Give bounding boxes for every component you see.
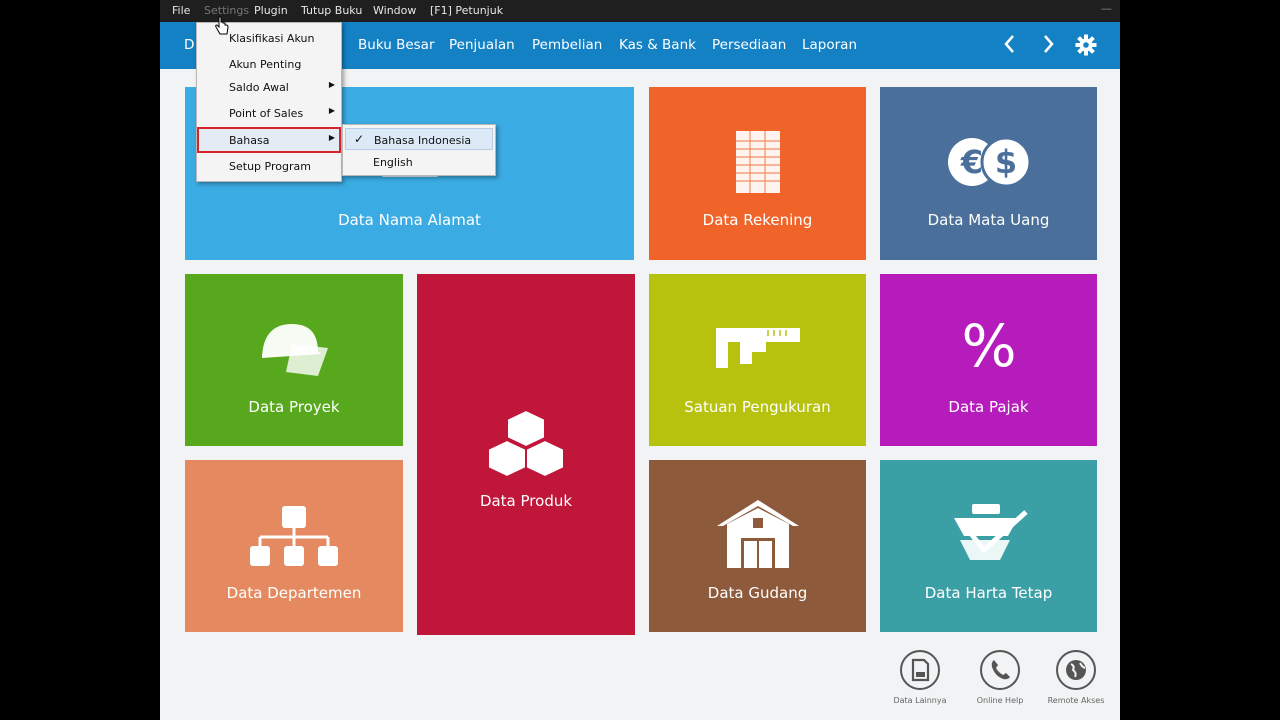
tile-data-departemen[interactable]: Data Departemen [185,460,403,632]
quick-action-label: Remote Akses [1047,696,1105,705]
globe-icon [1056,650,1096,690]
phone-icon [980,650,1020,690]
menu-item-label: Akun Penting [229,58,302,71]
tile-label: Data Gudang [707,584,808,602]
warehouse-icon [649,496,866,572]
tile-label: Data Nama Alamat [338,211,481,229]
minimize-icon[interactable]: — [1101,2,1112,15]
tile-data-gudang[interactable]: Data Gudang [649,460,866,632]
tile-label: Data Proyek [248,398,340,416]
submenu-arrow-icon: ▶ [328,106,335,115]
tile-data-rekening[interactable]: Data Rekening [649,87,866,260]
menu-item-label: Saldo Awal [229,81,289,94]
menu-item-point-of-sales[interactable]: Point of Sales ▶ [197,102,341,124]
menu-item-saldo-awal[interactable]: Saldo Awal ▶ [197,76,341,98]
svg-text:€: € [959,143,982,181]
org-chart-icon [185,504,403,568]
tile-label: Data Mata Uang [927,211,1050,229]
nav-item-penjualan[interactable]: Penjualan [449,37,515,53]
caliper-icon [649,324,866,372]
tile-data-pajak[interactable]: % Data Pajak [880,274,1097,446]
menu-item-label: Bahasa [229,134,270,147]
sd-card-icon [900,650,940,690]
menu-item-label: Klasifikasi Akun [229,32,315,45]
svg-text:$: $ [994,143,1016,181]
fixed-asset-icon [880,500,1097,564]
chevron-right-icon[interactable] [1036,31,1060,64]
quick-action-label: Data Lainnya [893,696,947,705]
nav-item-laporan[interactable]: Laporan [802,37,857,53]
submenu-arrow-icon: ▶ [328,133,335,142]
checkmark-icon: ✓ [354,132,365,146]
percent-icon: % [880,312,1097,376]
nav-item-pembelian[interactable]: Pembelian [532,37,602,53]
tile-label: Data Rekening [702,211,813,229]
tile-data-proyek[interactable]: Data Proyek [185,274,403,446]
tile-label: Data Produk [479,492,573,510]
quick-action-remote-akses[interactable]: Remote Akses [1036,650,1116,705]
menu-item-label: English [373,156,413,169]
menu-plugin[interactable]: Plugin [254,4,288,17]
nav-item-kas-bank[interactable]: Kas & Bank [619,37,696,53]
menu-item-label: Bahasa Indonesia [374,134,472,147]
hardhat-icon [185,314,403,382]
tile-data-harta-tetap[interactable]: Data Harta Tetap [880,460,1097,632]
hand-cursor-icon [214,16,230,40]
tile-data-mata-uang[interactable]: € $ Data Mata Uang [880,87,1097,260]
tile-label: Data Harta Tetap [924,584,1053,602]
menu-help[interactable]: [F1] Petunjuk [430,4,503,17]
svg-text:%: % [961,312,1016,376]
menu-bar: File Settings Plugin Tutup Buku Window [… [160,0,1120,22]
menu-item-setup-program[interactable]: Setup Program [197,155,341,177]
quick-action-online-help[interactable]: Online Help [960,650,1040,705]
menu-item-label: Setup Program [229,160,311,173]
quick-action-data-lainnya[interactable]: Data Lainnya [880,650,960,705]
language-submenu: ✓ Bahasa Indonesia English [342,124,496,176]
tile-label: Data Pajak [948,398,1029,416]
menu-item-english[interactable]: English [345,151,493,173]
quick-action-label: Online Help [976,696,1024,705]
ledger-book-icon [649,127,866,197]
menu-item-label: Point of Sales [229,107,304,120]
tile-satuan-pengukuran[interactable]: Satuan Pengukuran [649,274,866,446]
submenu-arrow-icon: ▶ [328,80,335,89]
nav-item-persediaan[interactable]: Persediaan [712,37,786,53]
nav-item-buku-besar[interactable]: Buku Besar [358,37,435,53]
currency-icon: € $ [880,131,1097,193]
menu-item-bahasa[interactable]: Bahasa ▶ [197,127,341,153]
chevron-left-icon[interactable] [998,31,1022,64]
menu-item-akun-penting[interactable]: Akun Penting [197,53,341,75]
menu-window[interactable]: Window [373,4,416,17]
nav-item-data[interactable]: D [184,37,194,53]
menu-tutup-buku[interactable]: Tutup Buku [301,4,362,17]
settings-dropdown-menu: Klasifikasi Akun Akun Penting Saldo Awal… [196,22,342,182]
menu-item-bahasa-indonesia[interactable]: ✓ Bahasa Indonesia [345,128,493,150]
tile-label: Satuan Pengukuran [684,398,831,416]
gear-icon[interactable] [1074,32,1098,65]
tile-label: Data Departemen [226,584,362,602]
tile-data-produk[interactable]: Data Produk [417,274,635,635]
menu-file[interactable]: File [172,4,190,17]
boxes-icon [417,408,635,478]
